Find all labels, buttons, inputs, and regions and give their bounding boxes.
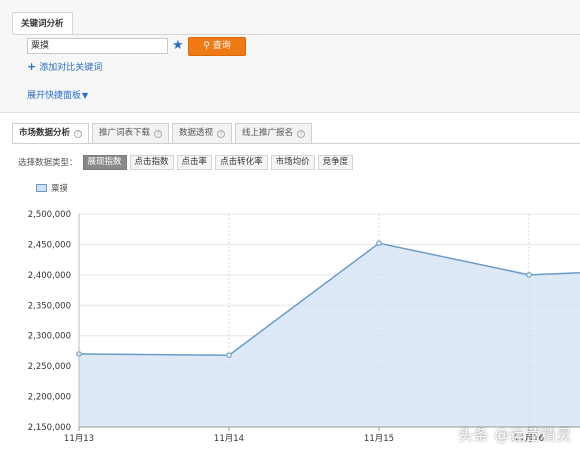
query-button[interactable]: ⚲ 查询 [188, 37, 246, 56]
y-tick-label: 2,300,000 [28, 332, 71, 342]
tabs-divider [12, 143, 580, 144]
legend-swatch [36, 184, 47, 192]
expand-quick-panel-link[interactable]: 展开快捷面板▼ [27, 90, 88, 102]
x-tick-label: 11月15 [364, 434, 394, 444]
tab-label: 线上推广报名 [242, 128, 294, 138]
add-compare-keyword-label: 添加对比关键词 [39, 63, 103, 73]
impressions-chart: 2,500,000 2,450,000 2,400,000 2,350,000 2,30… [28, 210, 580, 444]
keyword-input[interactable]: 粟摸 [27, 38, 168, 54]
help-icon[interactable]: ? [297, 129, 306, 138]
x-tick-label: 11月14 [214, 434, 244, 444]
data-type-avg-price[interactable]: 市场均价 [270, 154, 315, 170]
plus-icon: + [27, 60, 37, 73]
y-tick-label: 2,500,000 [28, 210, 71, 220]
help-icon[interactable]: ? [74, 129, 83, 138]
legend-label: 粟摸 [51, 184, 69, 194]
tab-keyword-download[interactable]: 推广词表下载 ? [92, 123, 170, 144]
tab-label: 市场数据分析 [19, 128, 71, 138]
data-type-conversion[interactable]: 点击转化率 [215, 154, 268, 170]
help-icon[interactable]: ? [154, 129, 163, 138]
data-type-label: 选择数据类型： [18, 158, 78, 168]
data-point [376, 240, 382, 247]
keyword-analysis-panel: 关键词分析 粟摸 ★ ⚲ 查询 + 添加对比关键词 展开快捷面板▼ [0, 0, 580, 113]
favorite-star-icon[interactable]: ★ [172, 38, 184, 54]
y-tick-label: 2,350,000 [28, 301, 71, 311]
data-type-clicks[interactable]: 点击指数 [129, 154, 174, 170]
y-tick-label: 2,200,000 [28, 393, 71, 403]
x-tick-label: 11月13 [64, 434, 94, 444]
data-point [226, 352, 232, 358]
tab-label: 推广词表下载 [99, 128, 151, 138]
data-type-impressions[interactable]: 展现指数 [82, 154, 127, 170]
y-tick-label: 2,450,000 [28, 240, 71, 250]
watermark: 头条 @运营精灵 [458, 426, 572, 444]
tab-market-data[interactable]: 市场数据分析 ? [12, 123, 90, 144]
y-tick-label: 2,150,000 [28, 423, 71, 433]
search-icon: ⚲ [203, 41, 210, 51]
help-icon[interactable]: ? [217, 129, 226, 138]
y-tick-label: 2,400,000 [28, 271, 71, 281]
y-tick-label: 2,250,000 [28, 362, 71, 372]
query-button-label: 查询 [212, 41, 231, 51]
chart-legend[interactable]: 粟摸 [36, 182, 68, 194]
add-compare-keyword-link[interactable]: + 添加对比关键词 [27, 61, 102, 74]
tab-online-signup[interactable]: 线上推广报名 ? [235, 123, 313, 144]
data-type-ctr[interactable]: 点击率 [176, 154, 213, 170]
analysis-tabs: 市场数据分析 ? 推广词表下载 ? 数据透视 ? 线上推广报名 ? [12, 123, 313, 144]
tab-label: 数据透视 [179, 128, 214, 138]
data-type-selector: 选择数据类型： 展现指数 点击指数 点击率 点击转化率 市场均价 竞争度 [18, 154, 354, 170]
data-type-competition[interactable]: 竞争度 [317, 154, 354, 170]
keyword-analysis-tab[interactable]: 关键词分析 [12, 12, 73, 35]
data-point [526, 272, 532, 278]
caret-down-icon: ▼ [82, 91, 89, 100]
panel-tab-divider [12, 34, 580, 35]
tab-data-pivot[interactable]: 数据透视 ? [172, 123, 233, 144]
expand-quick-panel-label: 展开快捷面板 [27, 91, 82, 101]
